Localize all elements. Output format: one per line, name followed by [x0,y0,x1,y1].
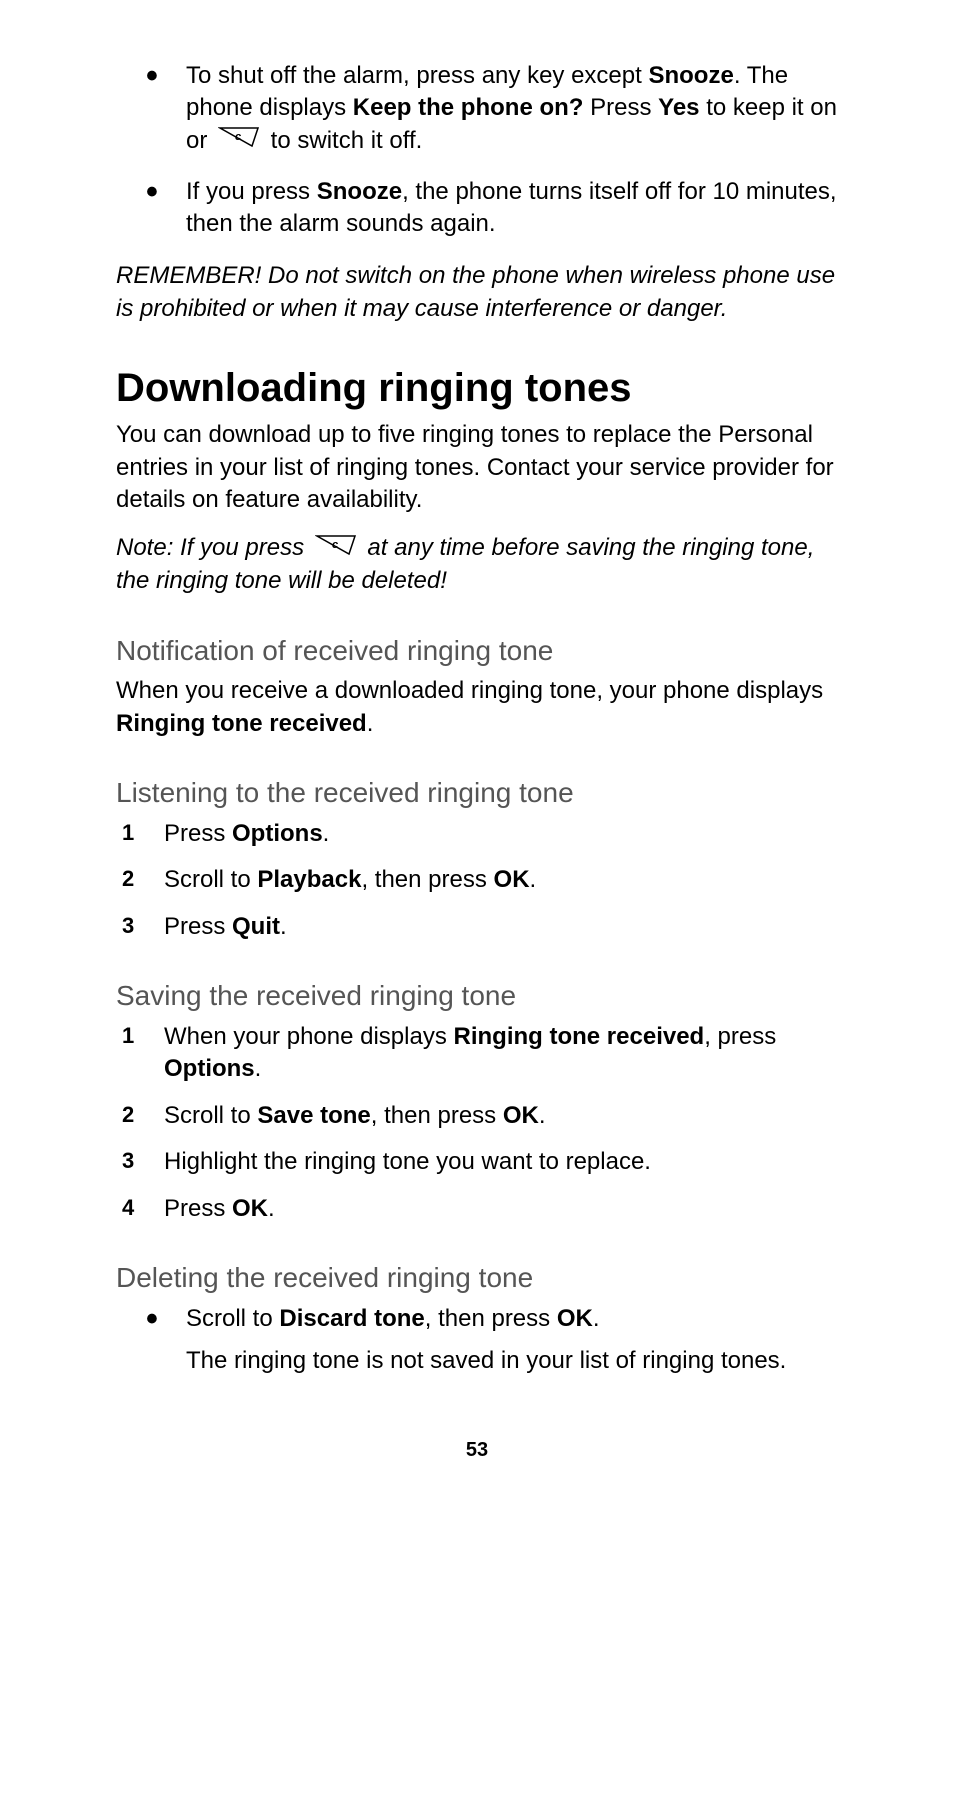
downloading-note: Note: If you press c at any time before … [116,532,838,597]
text: OK [503,1102,539,1129]
list-item: 4 Press OK. [116,1193,838,1225]
list-item: 1 Press Options. [116,818,838,850]
subheading-deleting: Deleting the received ringing tone [116,1259,838,1297]
downloading-intro: You can download up to five ringing tone… [116,419,838,516]
text: . [268,1195,275,1222]
text: Snooze [648,62,733,89]
step-number: 4 [122,1193,134,1223]
text: Save tone [257,1102,370,1129]
step-number: 2 [122,864,134,894]
text: . [539,1102,546,1129]
listening-steps: 1 Press Options. 2 Scroll to Playback, t… [116,818,838,943]
c-key-icon: c [315,533,357,565]
text: Playback [257,866,361,893]
text: Scroll to [164,866,257,893]
text: , then press [425,1305,557,1332]
text: Note: If you press [116,534,311,561]
text: Press [583,94,658,121]
text: Options [164,1055,255,1082]
text: When you receive a downloaded ringing to… [116,677,823,704]
alarm-bullet-list: To shut off the alarm, press any key exc… [116,60,838,240]
text: . [255,1055,262,1082]
c-key-icon: c [218,125,260,157]
step-number: 3 [122,1146,134,1176]
subheading-saving: Saving the received ringing tone [116,977,838,1015]
subheading-listening: Listening to the received ringing tone [116,774,838,812]
text: Scroll to [164,1102,257,1129]
list-item: 3 Press Quit. [116,911,838,943]
text: Press [164,913,232,940]
text: To shut off the alarm, press any key exc… [186,62,648,89]
text: Discard tone [279,1305,424,1332]
text: Ringing tone received [454,1023,705,1050]
text: . [367,710,374,737]
text: . [280,913,287,940]
text: Keep the phone on? [353,94,584,121]
text: . [323,820,330,847]
text: If you press [186,178,317,205]
text: Quit [232,913,280,940]
text: Ringing tone received [116,710,367,737]
step-number: 1 [122,1021,134,1051]
list-item: 3 Highlight the ringing tone you want to… [116,1146,838,1178]
list-item: 2 Scroll to Playback, then press OK. [116,864,838,896]
subheading-notification: Notification of received ringing tone [116,632,838,670]
text: Options [232,820,323,847]
text: When your phone displays [164,1023,454,1050]
remember-note: REMEMBER! Do not switch on the phone whe… [116,260,838,325]
text: , press [704,1023,776,1050]
step-number: 1 [122,818,134,848]
deleting-subtext: The ringing tone is not saved in your li… [186,1345,838,1377]
list-item: To shut off the alarm, press any key exc… [116,60,838,158]
notification-text: When you receive a downloaded ringing to… [116,675,838,740]
text: , then press [371,1102,503,1129]
step-number: 2 [122,1100,134,1130]
text: Press [164,820,232,847]
saving-steps: 1 When your phone displays Ringing tone … [116,1021,838,1225]
page-number: 53 [116,1437,838,1464]
section-heading-downloading: Downloading ringing tones [116,361,838,415]
text: , then press [361,866,493,893]
text: Press [164,1195,232,1222]
list-item: Scroll to Discard tone, then press OK. T… [116,1303,838,1378]
svg-text:c: c [332,539,338,551]
deleting-bullet-list: Scroll to Discard tone, then press OK. T… [116,1303,838,1378]
text: to switch it off. [264,127,422,154]
text: OK [557,1305,593,1332]
text: OK [494,866,530,893]
text: Snooze [317,178,402,205]
text: . [530,866,537,893]
text: Scroll to [186,1305,279,1332]
text: OK [232,1195,268,1222]
list-item: 2 Scroll to Save tone, then press OK. [116,1100,838,1132]
list-item: 1 When your phone displays Ringing tone … [116,1021,838,1086]
svg-text:c: c [235,131,241,143]
step-number: 3 [122,911,134,941]
text: Highlight the ringing tone you want to r… [164,1148,651,1175]
text: Yes [658,94,699,121]
list-item: If you press Snooze, the phone turns its… [116,176,838,241]
text: . [593,1305,600,1332]
